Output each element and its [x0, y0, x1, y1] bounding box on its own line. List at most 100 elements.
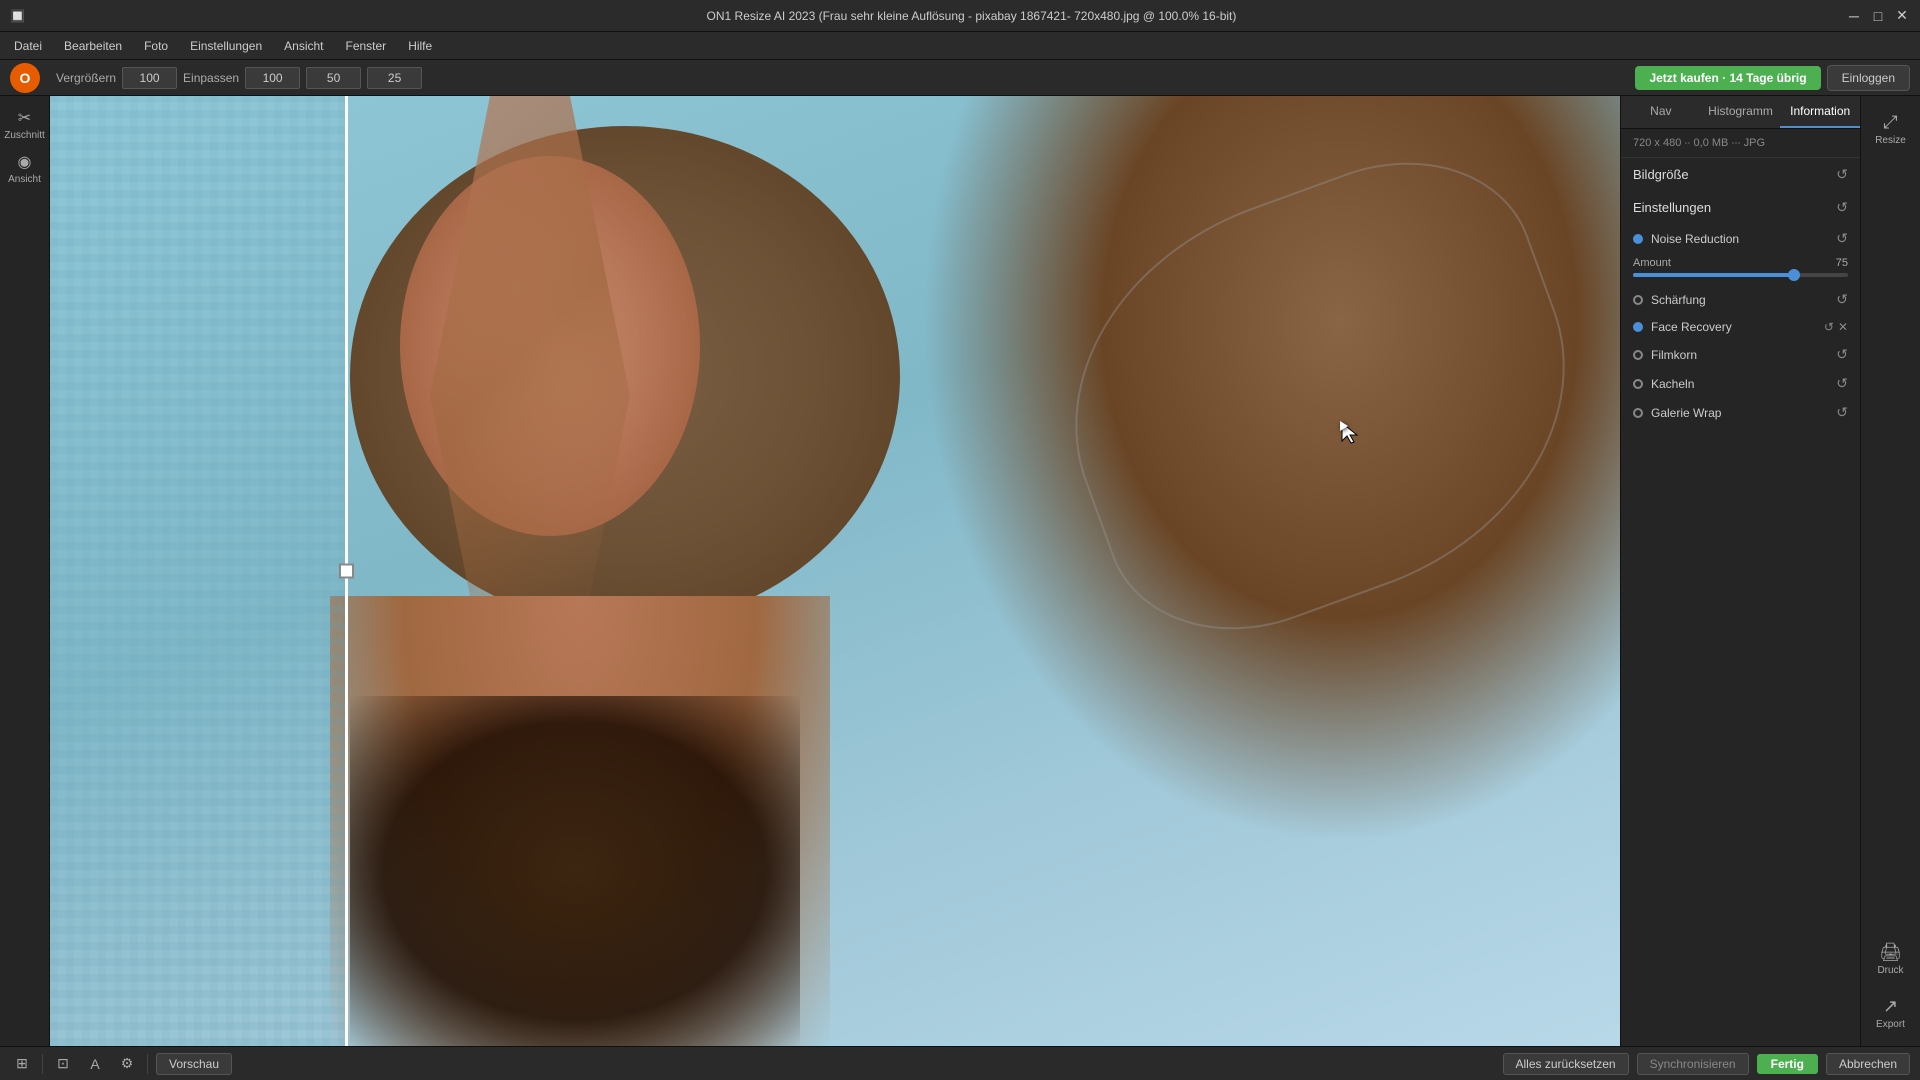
grid-icon-btn[interactable]: ⊞	[10, 1052, 34, 1076]
face-recovery-close-icon[interactable]: ✕	[1838, 320, 1848, 334]
tab-histogram[interactable]: Histogramm	[1701, 96, 1781, 128]
zuschnitt-label: Zuschnitt	[4, 130, 45, 141]
minimize-button[interactable]: ─	[1846, 8, 1862, 24]
kacheln-row[interactable]: Kacheln ↺	[1621, 369, 1860, 398]
galerie-wrap-row[interactable]: Galerie Wrap ↺	[1621, 398, 1860, 427]
kacheln-label: Kacheln	[1651, 377, 1694, 391]
filmkorn-reset-icon[interactable]: ↺	[1836, 346, 1848, 363]
amount-row: Amount 75	[1621, 253, 1860, 285]
face-recovery-label: Face Recovery	[1651, 320, 1732, 334]
split-handle[interactable]	[339, 564, 354, 579]
einpassen-input[interactable]	[245, 67, 300, 89]
fertig-button[interactable]: Fertig	[1757, 1054, 1818, 1074]
noise-reduction-left: Noise Reduction	[1633, 232, 1739, 246]
sync-button[interactable]: Synchronisieren	[1637, 1053, 1749, 1075]
field3-input[interactable]	[367, 67, 422, 89]
ansicht-icon: ◉	[18, 152, 32, 172]
toolbar: O Vergrößern Einpassen Jetzt kaufen · 14…	[0, 60, 1920, 96]
schärfung-left: Schärfung	[1633, 293, 1706, 307]
amount-label: Amount	[1633, 257, 1671, 269]
galerie-wrap-label: Galerie Wrap	[1651, 406, 1721, 420]
noise-reduction-row[interactable]: Noise Reduction ↺	[1621, 224, 1860, 253]
druck-icon: 🖨	[1879, 942, 1902, 963]
filmkorn-dot[interactable]	[1633, 350, 1643, 360]
menu-foto[interactable]: Foto	[134, 37, 178, 55]
face-recovery-actions: ↺ ✕	[1824, 320, 1848, 334]
buy-button[interactable]: Jetzt kaufen · 14 Tage übrig	[1635, 66, 1820, 90]
menu-fenster[interactable]: Fenster	[336, 37, 397, 55]
galerie-wrap-dot[interactable]	[1633, 408, 1643, 418]
druck-button[interactable]: 🖨 Druck	[1866, 934, 1916, 984]
far-right-panel: ⤢ Resize 🖨 Druck ↗ Export	[1860, 96, 1920, 1046]
amount-value: 75	[1836, 257, 1848, 269]
amount-slider-thumb[interactable]	[1788, 269, 1800, 281]
tab-nav[interactable]: Nav	[1621, 96, 1701, 128]
menu-hilfe[interactable]: Hilfe	[398, 37, 442, 55]
abbrechen-button[interactable]: Abbrechen	[1826, 1053, 1910, 1075]
app-logo: O	[10, 63, 40, 93]
export-label: Export	[1876, 1019, 1905, 1030]
druck-label: Druck	[1877, 965, 1903, 976]
titlebar-controls: ─ □ ✕	[1846, 8, 1910, 24]
vergrossern-input[interactable]	[122, 67, 177, 89]
galerie-wrap-reset-icon[interactable]: ↺	[1836, 404, 1848, 421]
galerie-wrap-left: Galerie Wrap	[1633, 406, 1721, 420]
login-button[interactable]: Einloggen	[1827, 65, 1910, 91]
kacheln-left: Kacheln	[1633, 377, 1694, 391]
statusbar-divider2	[147, 1054, 148, 1074]
menu-datei[interactable]: Datei	[4, 37, 52, 55]
schärfung-label: Schärfung	[1651, 293, 1706, 307]
titlebar-logo: 🔲	[10, 9, 25, 23]
titlebar: 🔲 ON1 Resize AI 2023 (Frau sehr kleine A…	[0, 0, 1920, 32]
kacheln-reset-icon[interactable]: ↺	[1836, 375, 1848, 392]
bildgrosse-reset-icon[interactable]: ↺	[1836, 166, 1848, 183]
amount-slider-track[interactable]	[1633, 273, 1848, 277]
face-recovery-row[interactable]: Face Recovery ↺ ✕	[1621, 314, 1860, 340]
crop-icon-btn[interactable]: ⊡	[51, 1052, 75, 1076]
amount-label-row: Amount 75	[1633, 257, 1848, 269]
menu-einstellungen[interactable]: Einstellungen	[180, 37, 272, 55]
text-icon-btn[interactable]: A	[83, 1052, 107, 1076]
ansicht-label: Ansicht	[8, 174, 41, 185]
face-recovery-dot[interactable]	[1633, 322, 1643, 332]
kacheln-dot[interactable]	[1633, 379, 1643, 389]
zuschnitt-tool[interactable]: ✂ Zuschnitt	[5, 104, 45, 144]
maximize-button[interactable]: □	[1870, 8, 1886, 24]
menubar: Datei Bearbeiten Foto Einstellungen Ansi…	[0, 32, 1920, 60]
reset-all-button[interactable]: Alles zurücksetzen	[1503, 1053, 1629, 1075]
close-button[interactable]: ✕	[1894, 8, 1910, 24]
face-recovery-refresh-icon[interactable]: ↺	[1824, 320, 1834, 334]
export-button[interactable]: ↗ Export	[1866, 988, 1916, 1038]
schärfung-dot[interactable]	[1633, 295, 1643, 305]
ansicht-tool[interactable]: ◉ Ansicht	[5, 148, 45, 188]
face-recovery-left: Face Recovery	[1633, 320, 1732, 334]
schärfung-reset-icon[interactable]: ↺	[1836, 291, 1848, 308]
menu-ansicht[interactable]: Ansicht	[274, 37, 333, 55]
main-area: ✂ Zuschnitt ◉ Ansicht	[0, 96, 1920, 1046]
export-icon: ↗	[1883, 996, 1898, 1017]
noise-reduction-reset-icon[interactable]: ↺	[1836, 230, 1848, 247]
statusbar: ⊞ ⊡ A ⚙ Vorschau Alles zurücksetzen Sync…	[0, 1046, 1920, 1080]
filmkorn-label: Filmkorn	[1651, 348, 1697, 362]
noise-reduction-actions: ↺	[1836, 230, 1848, 247]
amount-slider-fill	[1633, 273, 1794, 277]
resize-label: Resize	[1875, 135, 1906, 146]
settings-icon-btn[interactable]: ⚙	[115, 1052, 139, 1076]
einpassen-label: Einpassen	[183, 71, 239, 85]
resize-button[interactable]: ⤢ Resize	[1866, 104, 1916, 154]
pixelated-overlay	[50, 96, 345, 1046]
einstellungen-section[interactable]: Einstellungen ↺	[1621, 191, 1860, 224]
preview-button[interactable]: Vorschau	[156, 1053, 232, 1075]
canvas-area[interactable]	[50, 96, 1620, 1046]
filmkorn-row[interactable]: Filmkorn ↺	[1621, 340, 1860, 369]
field2-input[interactable]	[306, 67, 361, 89]
einstellungen-reset-icon[interactable]: ↺	[1836, 199, 1848, 216]
schärfung-row[interactable]: Schärfung ↺	[1621, 285, 1860, 314]
bildgrosse-section[interactable]: Bildgröße ↺	[1621, 158, 1860, 191]
bildgrosse-label: Bildgröße	[1633, 167, 1689, 182]
noise-reduction-dot[interactable]	[1633, 234, 1643, 244]
tab-information[interactable]: Information	[1780, 96, 1860, 128]
right-content: Bildgröße ↺ Einstellungen ↺ Noise Reduct…	[1621, 158, 1860, 1046]
menu-bearbeiten[interactable]: Bearbeiten	[54, 37, 132, 55]
noise-reduction-label: Noise Reduction	[1651, 232, 1739, 246]
